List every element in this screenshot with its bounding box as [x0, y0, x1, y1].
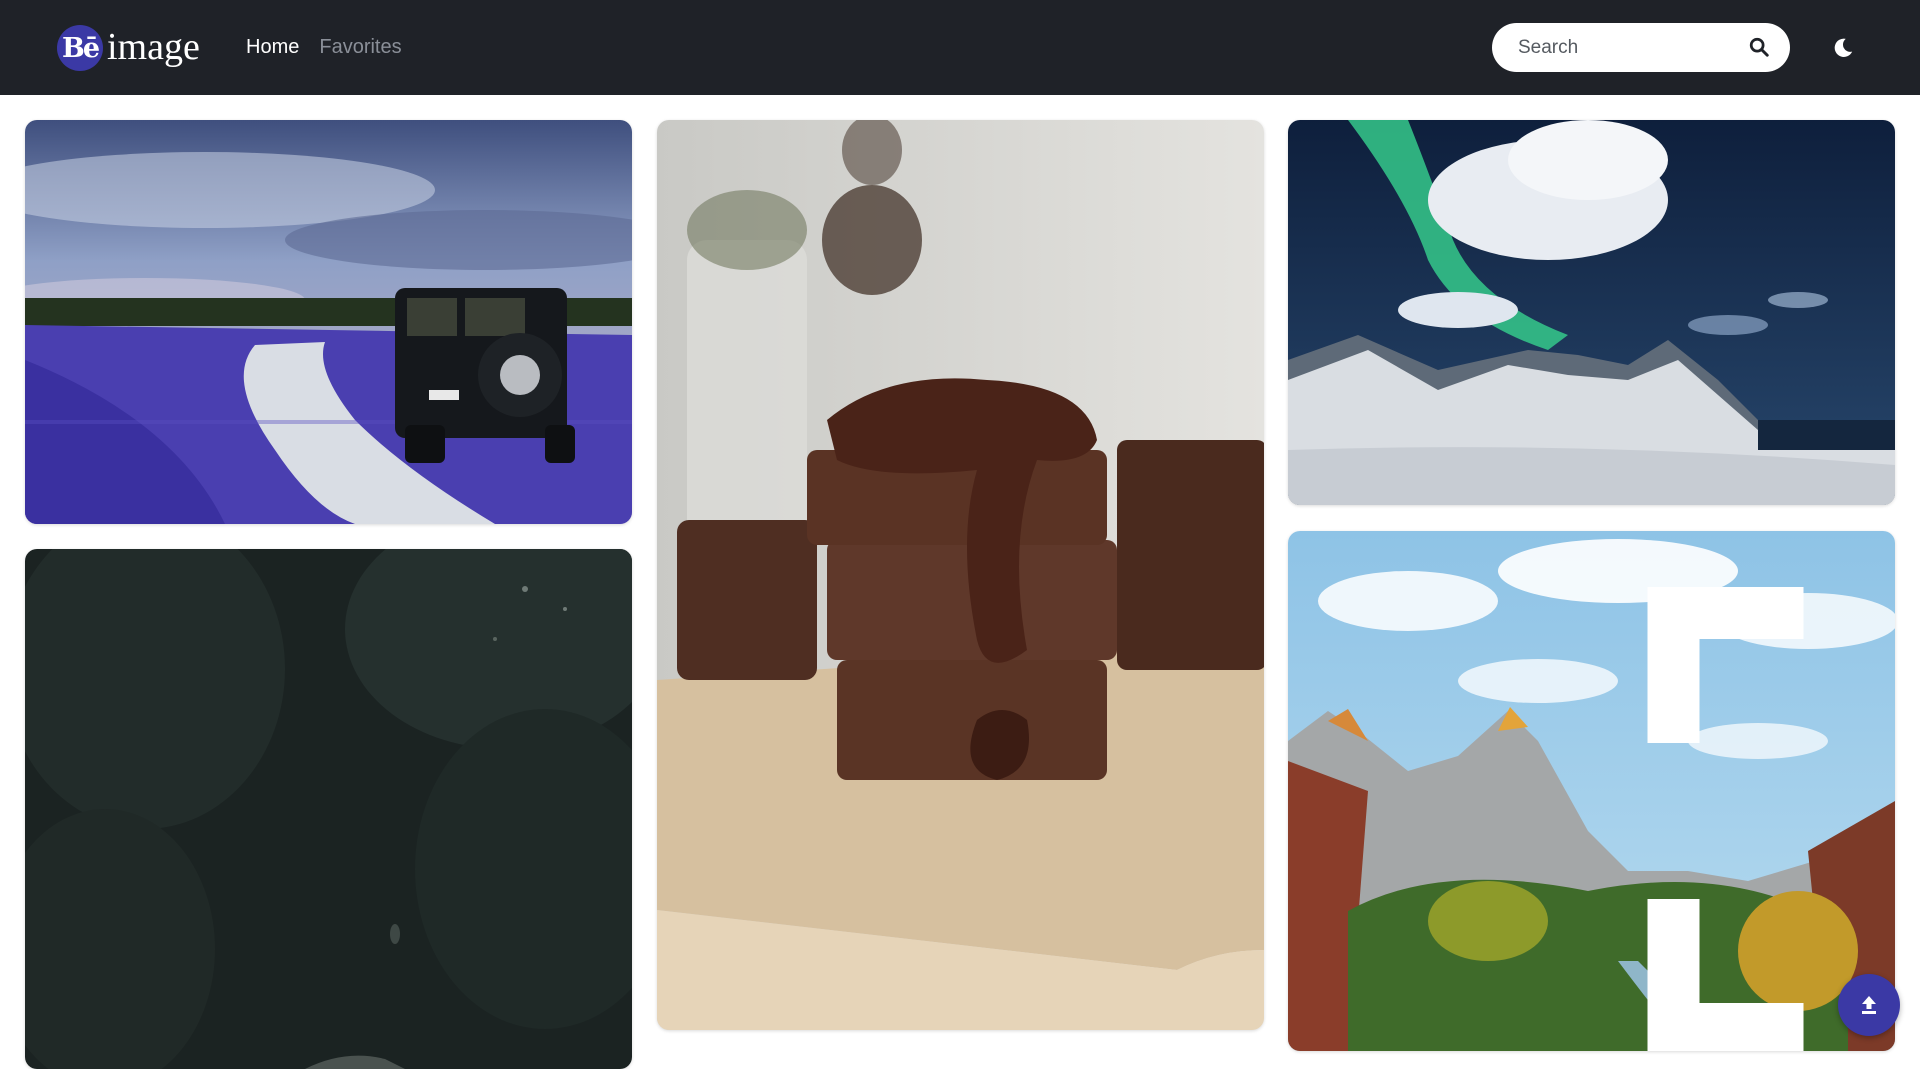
forest-photo [25, 549, 632, 1069]
search-input[interactable] [1516, 33, 1740, 63]
brownies-photo [657, 120, 1264, 1030]
gallery-image-brownies[interactable] [657, 120, 1264, 1030]
logo-badge: Bē [57, 25, 103, 71]
upload-icon [1862, 996, 1876, 1014]
gallery-image-forest[interactable] [25, 549, 632, 1069]
logo[interactable]: Bē image [57, 24, 200, 72]
main-nav: Home Favorites [246, 36, 402, 59]
moon-icon[interactable] [1832, 37, 1854, 59]
gallery-image-zion[interactable] [1288, 531, 1895, 1051]
aurora-photo [1288, 120, 1895, 505]
expand-icon[interactable] [1578, 561, 1895, 1051]
nav-link-home[interactable]: Home [246, 36, 299, 59]
search-icon[interactable] [1748, 36, 1770, 58]
jeep-photo [25, 120, 632, 524]
gallery-image-jeep[interactable] [25, 120, 632, 524]
nav-link-favorites[interactable]: Favorites [319, 36, 401, 59]
upload-button[interactable] [1838, 974, 1900, 1036]
search-box [1492, 23, 1790, 72]
gallery-image-aurora[interactable] [1288, 120, 1895, 505]
logo-text: image [107, 26, 200, 68]
top-navbar: Bē image Home Favorites [0, 0, 1920, 95]
